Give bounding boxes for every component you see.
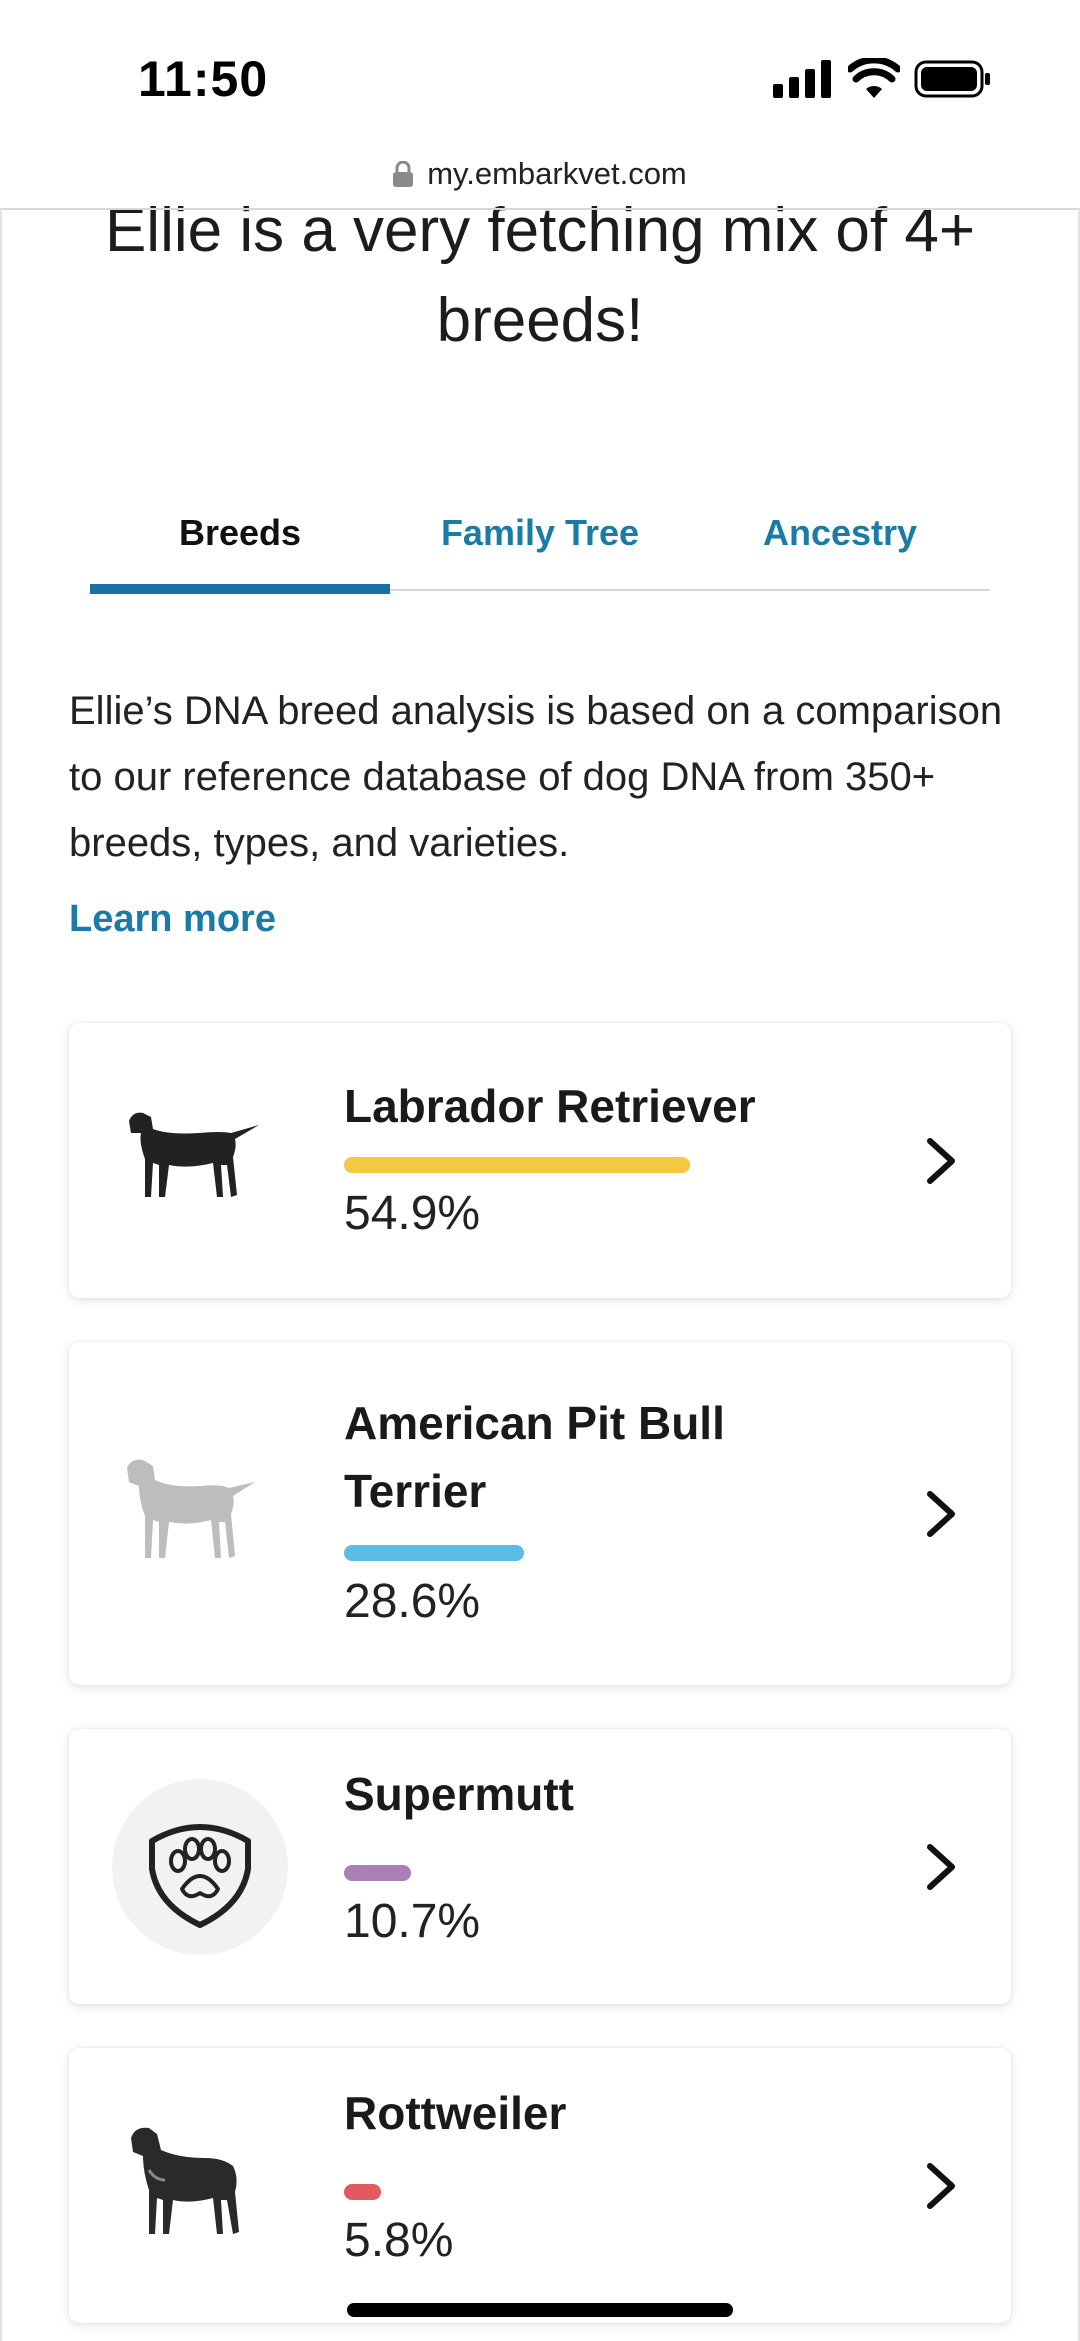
breed-name: Rottweiler	[344, 2087, 567, 2139]
chevron-right-icon	[927, 1844, 955, 1890]
result-tabs: Breeds Family Tree Ancestry	[90, 500, 990, 594]
breed-card-american-pit-bull-terrier[interactable]: American Pit Bull Terrier 28.6%	[69, 1342, 1011, 1685]
breed-percent: 10.7%	[344, 1895, 481, 1948]
labrador-dog-illustration	[129, 1112, 259, 1197]
page: 11:50 my.embarkvet.com Ellie is a very f…	[0, 0, 1080, 2341]
tab-ancestry[interactable]: Ancestry	[690, 500, 990, 594]
breed-percent-bar	[344, 1865, 411, 1881]
wifi-icon	[848, 58, 900, 98]
learn-more-link[interactable]: Learn more	[69, 898, 276, 941]
pit-bull-dog-illustration	[127, 1459, 255, 1558]
page-edge-left	[0, 208, 2, 2341]
cellular-signal-icon	[773, 60, 831, 98]
breed-percent-bar	[344, 1545, 524, 1561]
lock-icon	[393, 161, 414, 187]
breed-name: Supermutt	[344, 1768, 574, 1820]
breed-card-rottweiler[interactable]: Rottweiler 5.8%	[69, 2048, 1011, 2323]
battery-icon	[914, 60, 990, 98]
tab-family-tree[interactable]: Family Tree	[390, 500, 690, 594]
breed-card-supermutt[interactable]: Supermutt 10.7%	[69, 1729, 1011, 2004]
breed-percent: 54.9%	[344, 1187, 481, 1240]
home-indicator[interactable]	[347, 2303, 733, 2317]
chevron-right-icon	[927, 1138, 955, 1184]
tab-active-indicator	[90, 584, 390, 594]
paw-shield-icon	[112, 1779, 288, 1955]
browser-chrome-divider	[0, 208, 1080, 210]
breed-percent-bar	[344, 1157, 690, 1173]
breed-name: Labrador Retriever	[344, 1080, 756, 1132]
breed-percent: 28.6%	[344, 1575, 481, 1628]
status-time: 11:50	[138, 51, 269, 107]
breed-analysis-description: Ellie’s DNA breed analysis is based on a…	[69, 689, 1003, 865]
chevron-right-icon	[927, 2163, 955, 2209]
breed-percent-bar	[344, 2184, 381, 2200]
tab-breeds[interactable]: Breeds	[90, 500, 390, 594]
breed-card-labrador-retriever[interactable]: Labrador Retriever 54.9%	[69, 1023, 1011, 1298]
breed-percent: 5.8%	[344, 2214, 454, 2267]
page-headline: Ellie is a very fetching mix of 4+ breed…	[104, 196, 976, 355]
breed-name: American Pit Bull Terrier	[344, 1397, 725, 1517]
rottweiler-dog-illustration	[131, 2127, 239, 2234]
chevron-right-icon	[927, 1491, 955, 1537]
status-bar: 11:50	[0, 0, 1080, 140]
